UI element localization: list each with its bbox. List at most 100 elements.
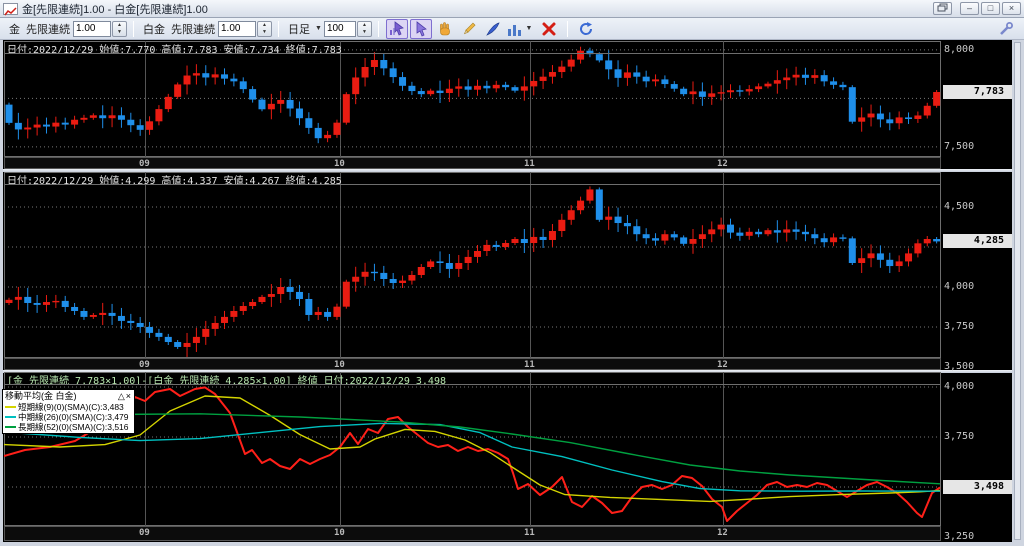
candle-down (221, 74, 229, 79)
candle-down (258, 99, 266, 110)
candle-down (848, 238, 856, 264)
pencil-tool-button[interactable] (458, 19, 480, 39)
chart-type-button[interactable]: ▼ (506, 19, 536, 39)
candle-down (389, 278, 397, 283)
candle-up (408, 274, 416, 281)
refresh-button[interactable] (575, 19, 597, 39)
close-button[interactable]: × (1002, 2, 1021, 15)
y-axis-label: 3,250 (944, 531, 975, 542)
candle-down (80, 310, 88, 317)
candle-up (548, 231, 556, 240)
month-label: 12 (717, 360, 728, 370)
candle-down (155, 332, 163, 337)
candle-up (773, 80, 781, 84)
bar-count-stepper[interactable]: ▲ ▼ (356, 20, 372, 37)
bar-count-input[interactable] (323, 20, 356, 37)
candle-down (324, 311, 332, 317)
candle-up (652, 79, 660, 82)
candle-up (698, 234, 706, 240)
symbol1-multiplier-input[interactable] (73, 20, 111, 37)
candle-up (558, 219, 566, 232)
candle-up (221, 316, 229, 323)
candle-down (174, 342, 182, 347)
candle-up (548, 72, 556, 77)
candle-down (380, 60, 388, 69)
candle-down (42, 124, 50, 127)
gold-candles-layer[interactable] (4, 41, 941, 157)
candle-up (867, 113, 875, 118)
candle-up (24, 127, 32, 130)
month-label: 10 (334, 159, 345, 169)
pan-hand-tool-button[interactable] (434, 19, 456, 39)
candle-down (380, 272, 388, 279)
month-label: 10 (334, 360, 345, 370)
candle-up (89, 314, 97, 317)
symbol1-multiplier-stepper[interactable]: ▲ ▼ (112, 20, 127, 37)
candle-up (708, 93, 716, 97)
candle-down (633, 72, 641, 77)
candle-up (689, 239, 697, 244)
candle-up (455, 86, 463, 89)
candle-up (239, 306, 247, 311)
platinum-candles-layer[interactable] (4, 172, 941, 358)
spread-lines-layer[interactable] (4, 372, 941, 526)
candle-up (717, 224, 725, 230)
symbol2-multiplier-input[interactable] (218, 20, 256, 37)
candle-down (848, 87, 856, 122)
candle-up (192, 73, 200, 76)
maximize-button[interactable]: □ (981, 2, 1000, 15)
timeframe-select[interactable]: 日足 (288, 21, 310, 37)
timeframe-caret-icon: ▼ (315, 25, 322, 32)
candle-down (295, 291, 303, 299)
candle-down (736, 90, 744, 92)
minimize-button[interactable]: – (960, 2, 979, 15)
candle-down (680, 237, 688, 244)
symbol2-multiplier-stepper[interactable]: ▲ ▼ (257, 20, 272, 37)
ma-color-swatch (5, 426, 16, 428)
candle-down (399, 77, 407, 86)
candle-down (286, 99, 294, 109)
candle-up (539, 76, 547, 81)
candle-down (839, 237, 847, 239)
legend-collapse-icon[interactable]: △ (118, 391, 126, 401)
select-tool-button[interactable] (409, 18, 432, 39)
candle-down (661, 79, 669, 85)
candle-down (286, 286, 294, 292)
gold-info-line: 日付:2022/12/29 始値:7,770 高値:7,783 安値:7,734… (4, 41, 941, 54)
candle-down (698, 91, 706, 97)
candle-down (127, 320, 135, 323)
symbol1-label: 金 (9, 23, 20, 36)
crosshair-tool-button[interactable] (385, 18, 408, 39)
platinum-info-line: 日付:2022/12/29 始値:4,299 高値:4,337 安値:4,267… (4, 172, 941, 185)
candle-down (117, 115, 125, 120)
chart-type-caret-icon: ▼ (525, 25, 533, 32)
ma-legend-box[interactable]: 移動平均(金 白金) △× 短期線(9)(0)(SMA)(C):3,483 中期線… (2, 389, 135, 434)
candle-up (708, 229, 716, 235)
candle-up (211, 322, 219, 329)
candle-down (99, 115, 107, 119)
candle-up (905, 253, 913, 262)
candle-down (933, 239, 941, 242)
settings-wrench-icon[interactable] (995, 19, 1017, 39)
candle-down (670, 84, 678, 89)
candle-up (164, 96, 172, 110)
titlebar[interactable]: 金[先限連続]1.00 - 白金[先限連続]1.00 – □ × (0, 0, 1024, 18)
symbol1-series-label: 先限連続 (26, 23, 70, 36)
candle-up (267, 103, 275, 110)
candle-down (164, 336, 172, 343)
pen-draw-tool-button[interactable] (482, 19, 504, 39)
candle-up (661, 234, 669, 241)
delete-indicator-button[interactable] (538, 19, 560, 39)
ma-legend-item: 短期線(9)(0)(SMA)(C):3,483 (5, 402, 132, 412)
candle-down (614, 69, 622, 78)
float-window-button[interactable] (933, 2, 952, 15)
ma-color-swatch (5, 406, 16, 408)
vertical-scrollbar[interactable] (1014, 42, 1021, 540)
candle-up (80, 117, 88, 120)
candle-up (33, 124, 41, 128)
candle-down (305, 118, 313, 128)
candle-down (295, 108, 303, 119)
legend-close-icon[interactable]: × (126, 391, 132, 401)
candle-down (436, 90, 444, 93)
candle-down (773, 230, 781, 233)
